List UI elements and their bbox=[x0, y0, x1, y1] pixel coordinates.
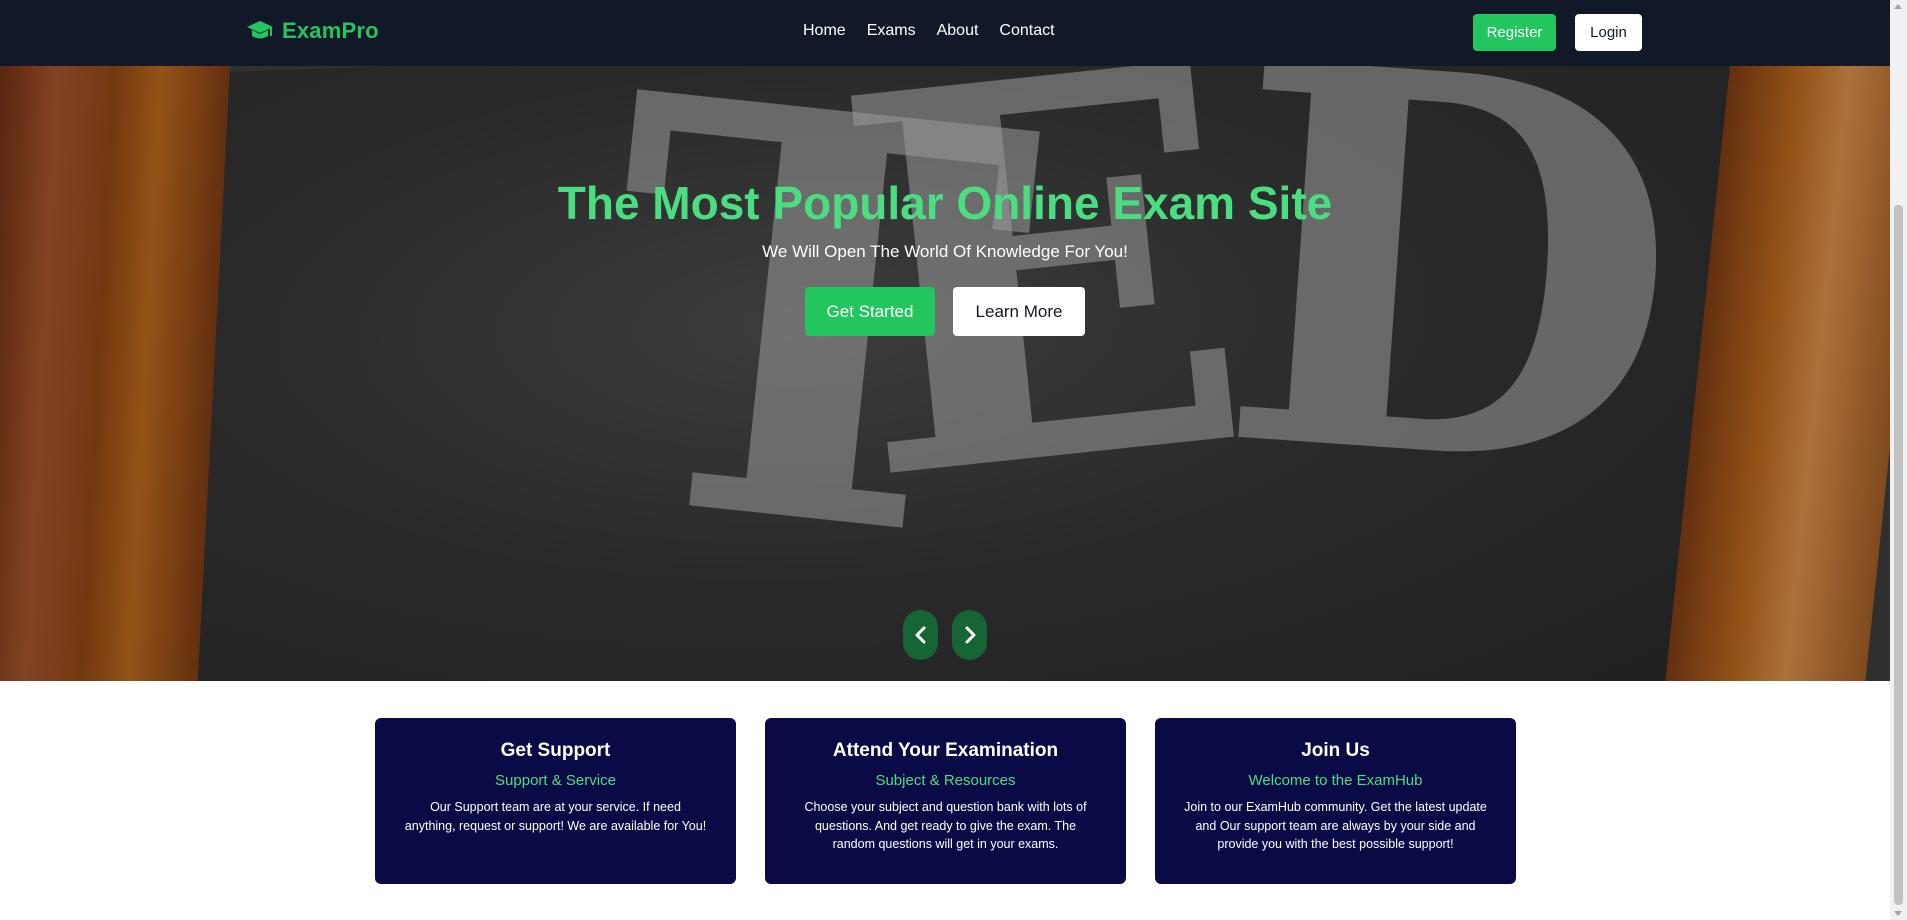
scroll-down-arrow-icon[interactable] bbox=[1894, 911, 1902, 916]
get-started-button[interactable]: Get Started bbox=[805, 287, 935, 336]
learn-more-button[interactable]: Learn More bbox=[953, 287, 1085, 336]
nav-links: Home Exams About Contact bbox=[803, 22, 1055, 40]
scroll-up-arrow-icon[interactable] bbox=[1894, 4, 1902, 9]
login-button[interactable]: Login bbox=[1575, 14, 1642, 51]
card-text: Our Support team are at your service. If… bbox=[404, 800, 707, 833]
feature-card-join: Join Us Welcome to the ExamHub Join to o… bbox=[1155, 718, 1516, 884]
brand-logo[interactable]: ExamPro bbox=[246, 18, 379, 44]
nav-link-about[interactable]: About bbox=[937, 22, 979, 40]
hero-subtitle: We Will Open The World Of Knowledge For … bbox=[762, 242, 1128, 261]
brand-name: ExamPro bbox=[282, 18, 379, 43]
feature-card-examination: Attend Your Examination Subject & Resour… bbox=[765, 718, 1126, 884]
card-title: Get Support bbox=[500, 740, 611, 761]
feature-card-support: Get Support Support & Service Our Suppor… bbox=[375, 718, 736, 884]
card-subtitle: Subject & Resources bbox=[875, 772, 1016, 789]
nav-link-contact[interactable]: Contact bbox=[999, 22, 1054, 40]
hero-banner: T E D The Most Popular Online Exam Site … bbox=[0, 66, 1890, 681]
page-scrollbar[interactable] bbox=[1890, 0, 1907, 920]
navbar: ExamPro Home Exams About Contact Registe… bbox=[0, 0, 1890, 66]
card-text: Choose your subject and question bank wi… bbox=[804, 800, 1087, 851]
carousel-prev-button[interactable] bbox=[903, 610, 938, 660]
nav-link-exams[interactable]: Exams bbox=[867, 22, 916, 40]
card-subtitle: Support & Service bbox=[495, 772, 616, 789]
card-subtitle: Welcome to the ExamHub bbox=[1248, 772, 1423, 789]
card-text: Join to our ExamHub community. Get the l… bbox=[1184, 800, 1487, 851]
scrollbar-thumb[interactable] bbox=[1894, 205, 1903, 905]
chevron-left-icon bbox=[915, 626, 925, 644]
carousel-next-button[interactable] bbox=[952, 610, 987, 660]
card-title: Join Us bbox=[1301, 740, 1370, 761]
card-title: Attend Your Examination bbox=[832, 740, 1059, 761]
graduation-cap-icon bbox=[247, 21, 273, 39]
nav-link-home[interactable]: Home bbox=[803, 22, 846, 40]
chevron-right-icon bbox=[965, 626, 975, 644]
hero-overlay bbox=[0, 66, 1890, 681]
hero-title: The Most Popular Online Exam Site bbox=[557, 177, 1333, 229]
register-button[interactable]: Register bbox=[1473, 14, 1556, 51]
